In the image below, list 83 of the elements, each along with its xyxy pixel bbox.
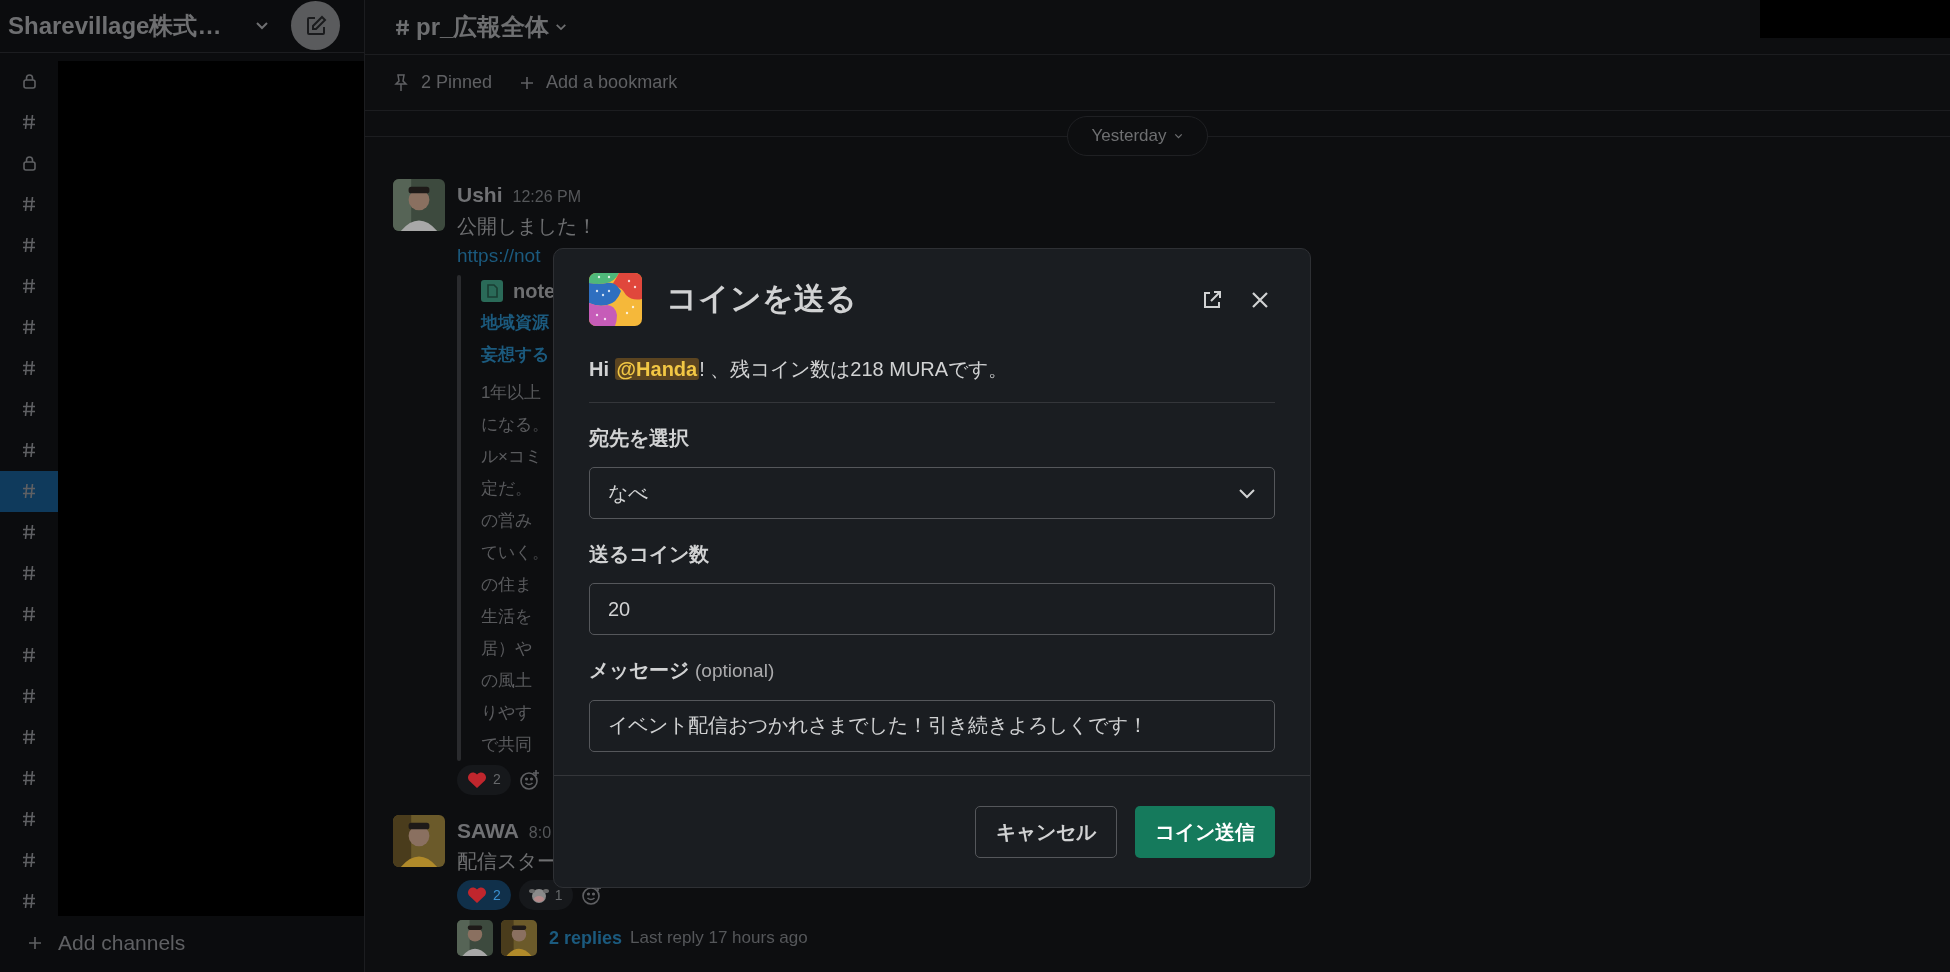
pinned-button[interactable]: 2 Pinned — [393, 69, 493, 96]
reaction-pill[interactable]: 2 — [457, 764, 511, 795]
hash-icon — [22, 770, 36, 787]
user-mention[interactable]: @Handa — [614, 358, 700, 380]
hash-icon — [22, 688, 36, 705]
field-hint: (optional) — [695, 659, 775, 683]
chevron-down-icon[interactable] — [255, 21, 269, 31]
hash-icon — [22, 278, 36, 295]
hash-icon — [22, 606, 36, 623]
attachment-title[interactable]: 妄想する — [481, 338, 556, 371]
message-text: 公開しました！ — [457, 213, 598, 239]
input-field[interactable]: 20 — [589, 583, 1275, 635]
reaction-pill[interactable]: 2 — [457, 880, 511, 910]
channel-item[interactable] — [0, 470, 58, 512]
hash-icon — [22, 442, 36, 459]
attachment-text: で共同 — [481, 733, 533, 756]
heart-icon — [467, 770, 487, 789]
chevron-down-icon — [1174, 133, 1184, 139]
hash-icon — [22, 565, 36, 582]
hash-icon — [22, 893, 36, 910]
author-name[interactable]: Ushi — [457, 179, 503, 211]
hash-icon — [22, 524, 36, 541]
cancel-button[interactable]: キャンセル — [975, 805, 1117, 858]
note-icon — [481, 279, 503, 302]
close-icon — [1251, 290, 1269, 309]
author-name[interactable]: SAWA — [457, 814, 519, 846]
hash-icon — [22, 483, 36, 500]
field-label: メッセージ — [589, 658, 689, 683]
hash-icon — [22, 729, 36, 746]
plus-icon — [28, 935, 42, 950]
hash-icon — [22, 401, 36, 418]
attachment-text: 生活を — [481, 605, 533, 628]
channel-title[interactable]: pr_広報全体 — [395, 9, 568, 45]
attachment-text: 定だ。 — [481, 477, 533, 500]
chevron-down-icon — [1238, 487, 1256, 499]
app-logo-icon — [589, 273, 642, 326]
send-coins-button[interactable]: コイン送信 — [1135, 805, 1275, 858]
hash-icon — [22, 319, 36, 336]
cow-icon — [528, 886, 549, 904]
dialog-title: コインを送る — [666, 280, 857, 319]
field-label: 送るコイン数 — [589, 542, 709, 567]
external-link-icon — [1201, 288, 1223, 311]
input-field[interactable]: イベント配信おつかれさまでした！引き続きよろしくです！ — [589, 699, 1275, 752]
add-channels-link[interactable]: Add channels — [58, 927, 186, 959]
field-label: 宛先を選択 — [589, 426, 689, 451]
heart-icon — [467, 886, 487, 904]
attachment-text: の営み — [481, 509, 533, 532]
hash-icon — [395, 18, 410, 36]
add-reaction-icon[interactable] — [518, 768, 541, 791]
last-reply-text: Last reply 17 hours ago — [630, 927, 808, 950]
chevron-down-icon — [555, 23, 568, 31]
hash-icon — [22, 852, 36, 869]
plus-icon — [520, 75, 535, 90]
attachment-text: ル×コミ — [481, 445, 543, 468]
compose-button[interactable] — [291, 1, 340, 51]
attachment-text: 1年以上 — [481, 381, 543, 404]
message-time[interactable]: 8:0 — [528, 820, 552, 845]
add-bookmark-button[interactable]: Add a bookmark — [520, 69, 678, 96]
attachment-text: になる。 — [481, 413, 550, 436]
attachment-text: りやす — [481, 701, 533, 724]
recipient-select[interactable]: なべ — [589, 467, 1275, 519]
hash-icon — [22, 360, 36, 377]
greeting-text: Hi @Handa! 、残コイン数は218 MURAです。 — [589, 357, 1010, 382]
hash-icon — [22, 811, 36, 828]
hash-icon — [22, 647, 36, 664]
compose-icon — [304, 14, 327, 37]
attachment-title[interactable]: 地域資源 — [481, 306, 556, 339]
attachment-source: note — [513, 278, 556, 304]
hash-icon — [22, 114, 36, 131]
pin-icon — [393, 73, 409, 92]
message-time[interactable]: 12:26 PM — [512, 185, 581, 209]
lock-icon — [22, 155, 36, 171]
date-divider-pill[interactable]: Yesterday — [1066, 116, 1209, 156]
replies-link[interactable]: 2 replies — [549, 924, 623, 952]
attachment-text: 居）や — [481, 637, 533, 660]
hash-icon — [22, 196, 36, 213]
reaction-pill[interactable]: 1 — [518, 880, 573, 910]
hash-icon — [22, 237, 36, 254]
attachment-text: の風土 — [481, 669, 533, 692]
lock-icon — [22, 73, 36, 89]
attachment-text: ていく。 — [481, 541, 550, 564]
workspace-name[interactable]: Sharevillage株式… — [8, 7, 222, 44]
attachment-text: の住ま — [481, 573, 533, 596]
